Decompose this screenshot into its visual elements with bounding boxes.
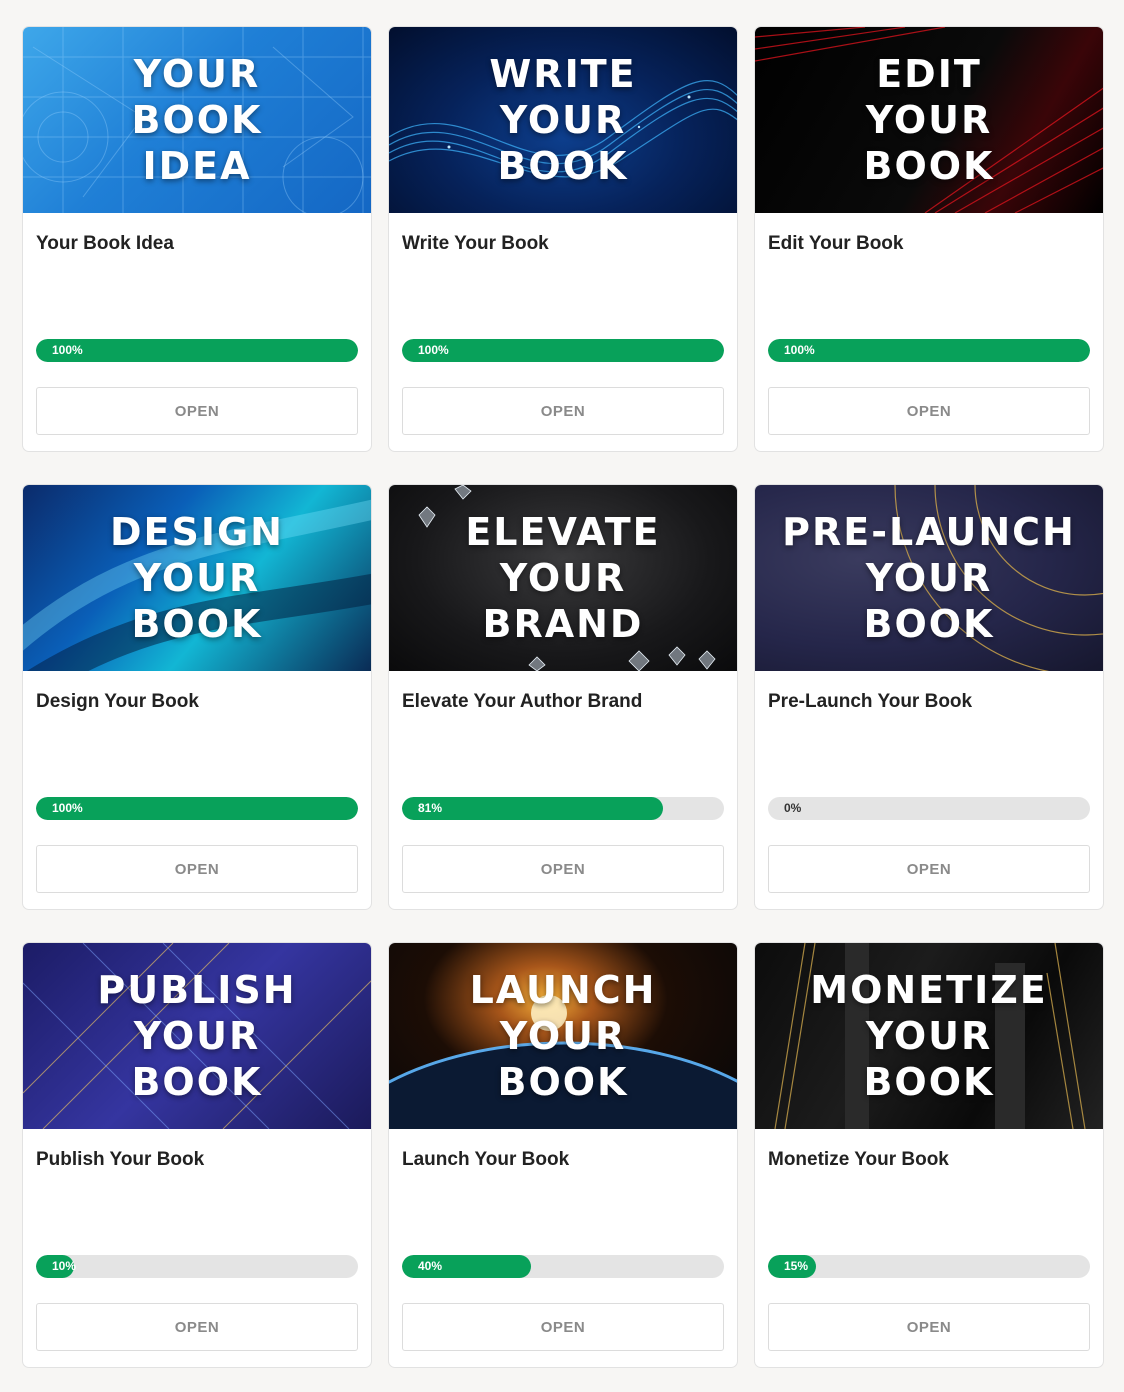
progress-bar: 100% (402, 339, 724, 362)
course-banner-image[interactable]: PUBLISH YOUR BOOK (23, 943, 371, 1129)
open-button[interactable]: OPEN (768, 845, 1090, 893)
open-button[interactable]: OPEN (402, 1303, 724, 1351)
course-title[interactable]: Design Your Book (36, 691, 199, 713)
course-title[interactable]: Elevate Your Author Brand (402, 691, 642, 713)
course-title[interactable]: Pre-Launch Your Book (768, 691, 972, 713)
course-banner-image[interactable]: MONETIZE YOUR BOOK (755, 943, 1103, 1129)
progress-label: 100% (52, 801, 83, 815)
course-banner-image[interactable]: YOUR BOOK IDEA (23, 27, 371, 213)
course-card-pre-launch-your-book[interactable]: PRE-LAUNCH YOUR BOOK Pre-Launch Your Boo… (754, 484, 1104, 910)
progress-bar: 40% (402, 1255, 724, 1278)
progress-bar: 15% (768, 1255, 1090, 1278)
progress-bar: 100% (768, 339, 1090, 362)
course-card-publish-your-book[interactable]: PUBLISH YOUR BOOK Publish Your Book 10% … (22, 942, 372, 1368)
course-banner-image[interactable]: EDIT YOUR BOOK (755, 27, 1103, 213)
course-banner-image[interactable]: DESIGN YOUR BOOK (23, 485, 371, 671)
progress-label: 81% (418, 801, 443, 815)
banner-title: LAUNCH YOUR BOOK (469, 968, 657, 1104)
progress-label: 100% (52, 343, 83, 357)
banner-title: EDIT YOUR BOOK (863, 52, 995, 188)
course-card-your-book-idea[interactable]: YOUR BOOK IDEA Your Book Idea 100% OPEN (22, 26, 372, 452)
banner-title: PUBLISH YOUR BOOK (97, 968, 297, 1104)
course-banner-image[interactable]: ELEVATE YOUR BRAND (389, 485, 737, 671)
banner-title: PRE-LAUNCH YOUR BOOK (782, 510, 1076, 646)
progress-fill (36, 339, 358, 362)
progress-label: 0% (784, 801, 802, 815)
open-button[interactable]: OPEN (768, 1303, 1090, 1351)
progress-label: 40% (418, 1259, 443, 1273)
open-button[interactable]: OPEN (402, 387, 724, 435)
progress-bar: 10% (36, 1255, 358, 1278)
banner-title: MONETIZE YOUR BOOK (810, 968, 1048, 1104)
progress-bar: 100% (36, 797, 358, 820)
banner-title: DESIGN YOUR BOOK (109, 510, 284, 646)
course-title[interactable]: Launch Your Book (402, 1149, 569, 1171)
course-card-launch-your-book[interactable]: LAUNCH YOUR BOOK Launch Your Book 40% OP… (388, 942, 738, 1368)
course-card-edit-your-book[interactable]: EDIT YOUR BOOK Edit Your Book 100% OPEN (754, 26, 1104, 452)
course-banner-image[interactable]: PRE-LAUNCH YOUR BOOK (755, 485, 1103, 671)
course-title[interactable]: Write Your Book (402, 233, 549, 255)
open-button[interactable]: OPEN (36, 387, 358, 435)
progress-bar: 0% (768, 797, 1090, 820)
progress-bar: 81% (402, 797, 724, 820)
open-button[interactable]: OPEN (36, 845, 358, 893)
progress-label: 15% (784, 1259, 809, 1273)
course-grid: YOUR BOOK IDEA Your Book Idea 100% OPEN … (22, 26, 1104, 1368)
course-banner-image[interactable]: LAUNCH YOUR BOOK (389, 943, 737, 1129)
course-card-design-your-book[interactable]: DESIGN YOUR BOOK Design Your Book 100% O… (22, 484, 372, 910)
progress-fill (36, 797, 358, 820)
banner-title: ELEVATE YOUR BRAND (465, 510, 661, 646)
progress-bar: 100% (36, 339, 358, 362)
progress-fill (768, 339, 1090, 362)
course-title[interactable]: Edit Your Book (768, 233, 903, 255)
progress-label: 100% (784, 343, 815, 357)
open-button[interactable]: OPEN (768, 387, 1090, 435)
progress-label: 100% (418, 343, 449, 357)
banner-title: YOUR BOOK IDEA (131, 52, 263, 188)
course-card-elevate-your-brand[interactable]: ELEVATE YOUR BRAND Elevate Your Author B… (388, 484, 738, 910)
open-button[interactable]: OPEN (402, 845, 724, 893)
course-banner-image[interactable]: WRITE YOUR BOOK (389, 27, 737, 213)
open-button[interactable]: OPEN (36, 1303, 358, 1351)
progress-fill (402, 339, 724, 362)
course-title[interactable]: Your Book Idea (36, 233, 174, 255)
course-title[interactable]: Monetize Your Book (768, 1149, 949, 1171)
course-card-monetize-your-book[interactable]: MONETIZE YOUR BOOK Monetize Your Book 15… (754, 942, 1104, 1368)
course-title[interactable]: Publish Your Book (36, 1149, 204, 1171)
progress-label: 10% (52, 1259, 77, 1273)
banner-title: WRITE YOUR BOOK (489, 52, 637, 188)
course-card-write-your-book[interactable]: WRITE YOUR BOOK Write Your Book 100% OPE… (388, 26, 738, 452)
